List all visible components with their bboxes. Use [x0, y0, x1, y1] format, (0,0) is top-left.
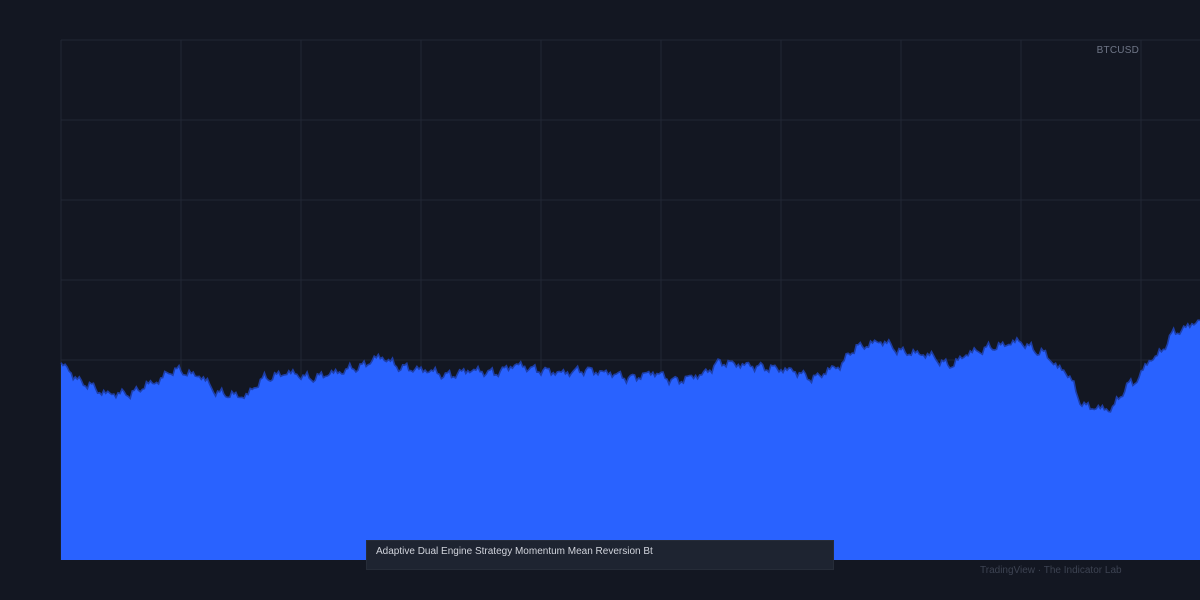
strategy-caption-box: Adaptive Dual Engine Strategy Momentum M…: [366, 540, 834, 570]
symbol-label: BTCUSD: [1096, 45, 1139, 56]
chart-area[interactable]: BTCUSD Adaptive Dual Engine Strategy Mom…: [0, 0, 1200, 600]
strategy-caption-text: Adaptive Dual Engine Strategy Momentum M…: [376, 546, 653, 557]
watermark-text: TradingView · The Indicator Lab: [980, 565, 1122, 576]
price-chart-svg[interactable]: [0, 0, 1200, 600]
equity-area-series: [61, 320, 1200, 560]
